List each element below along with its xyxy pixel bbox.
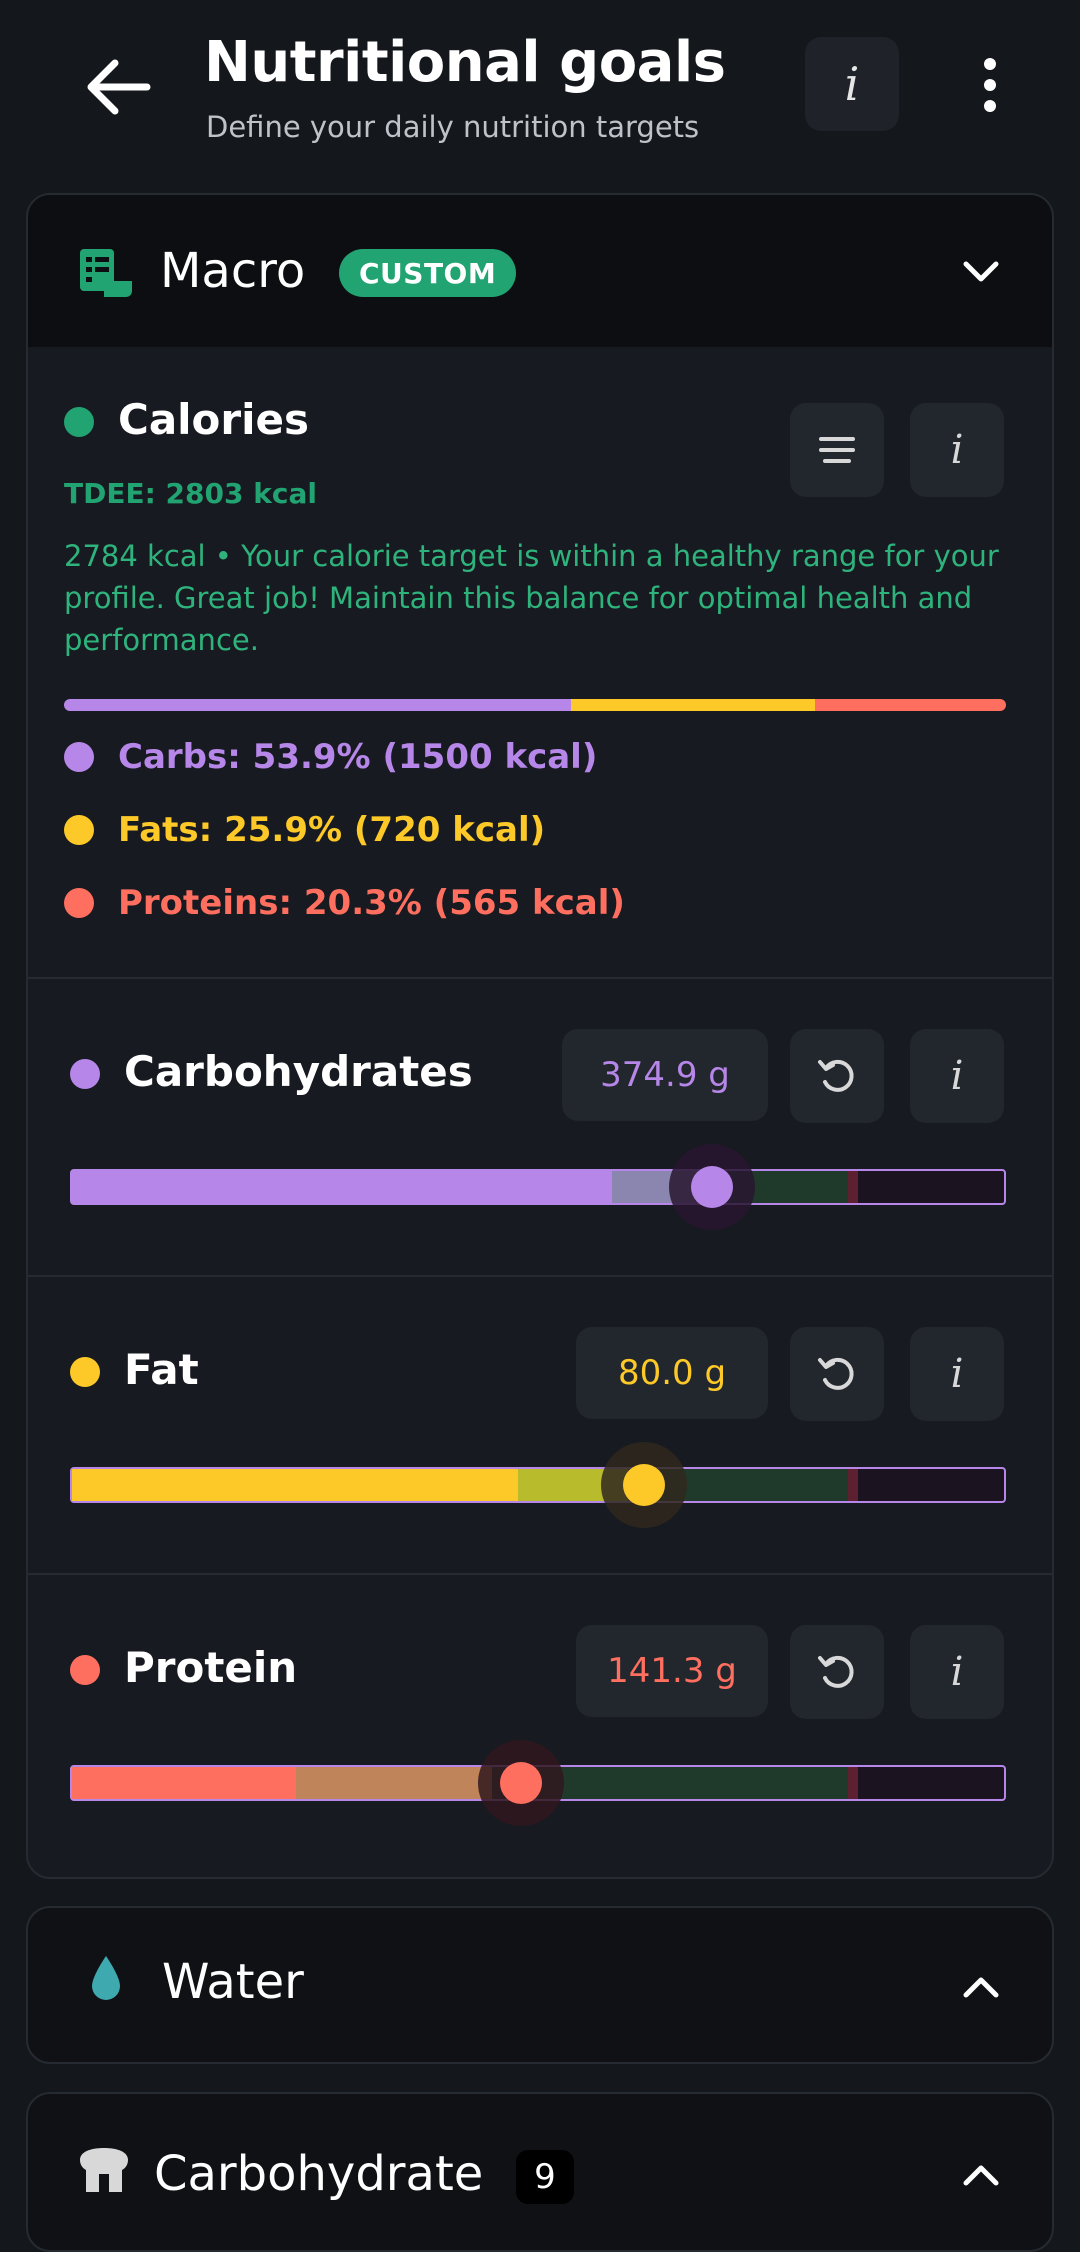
- carbohydrate-panel[interactable]: Carbohydrate 9: [26, 2092, 1054, 2252]
- more-vertical-icon: [984, 58, 996, 70]
- protein-slider[interactable]: [70, 1740, 1006, 1826]
- tdee-label: TDEE: 2803 kcal: [64, 477, 317, 510]
- fat-reset-button[interactable]: [790, 1327, 884, 1421]
- reset-icon: [818, 1059, 854, 1092]
- legend-proteins: Proteins: 20.3% (565 kcal): [64, 881, 625, 925]
- legend-carbs: Carbs: 53.9% (1500 kcal): [64, 735, 597, 779]
- carbohydrates-value-input[interactable]: 374.9 g: [562, 1029, 768, 1121]
- arrow-left-icon: [87, 59, 151, 115]
- calorie-split-segment: [814, 699, 1006, 711]
- fat-slider[interactable]: [70, 1442, 1006, 1528]
- fat-slider-thumb[interactable]: [623, 1464, 665, 1506]
- protein-info-button[interactable]: i: [910, 1625, 1004, 1719]
- carbohydrate-panel-title: Carbohydrate: [154, 2146, 484, 2202]
- calorie-split-segment: [64, 699, 572, 711]
- custom-badge: CUSTOM: [339, 249, 517, 297]
- macro-panel: Macro CUSTOM Calories i TDEE: 2803 kcal …: [26, 193, 1054, 1879]
- carbohydrates-slider-thumb[interactable]: [691, 1166, 733, 1208]
- calorie-split-segment: [571, 699, 815, 711]
- info-icon: i: [950, 1351, 964, 1397]
- proteins-dot: [64, 888, 94, 918]
- info-icon: i: [950, 1053, 964, 1099]
- legend-fats: Fats: 25.9% (720 kcal): [64, 808, 545, 852]
- info-icon: i: [950, 427, 964, 473]
- page-title: Nutritional goals: [204, 30, 726, 95]
- water-panel-title: Water: [162, 1954, 304, 2010]
- legend-carbs-label: Carbs: 53.9% (1500 kcal): [118, 737, 598, 777]
- calories-info-button[interactable]: i: [910, 403, 1004, 497]
- reset-icon: [818, 1655, 854, 1688]
- back-button[interactable]: [78, 45, 162, 129]
- protein-section: Protein 141.3 g i: [28, 1573, 1052, 1877]
- protein-value-input[interactable]: 141.3 g: [576, 1625, 768, 1717]
- carbohydrates-info-button[interactable]: i: [910, 1029, 1004, 1123]
- info-icon: i: [950, 1649, 964, 1695]
- more-options-button[interactable]: [960, 50, 1020, 120]
- legend-fats-label: Fats: 25.9% (720 kcal): [118, 810, 546, 850]
- water-drop-icon: [92, 1956, 120, 2000]
- page-subtitle: Define your daily nutrition targets: [206, 110, 700, 144]
- calories-list-button[interactable]: [790, 403, 884, 497]
- chevron-down-icon[interactable]: [958, 249, 1004, 295]
- protein-slider-thumb[interactable]: [500, 1762, 542, 1804]
- calorie-description: 2784 kcal • Your calorie target is withi…: [64, 539, 999, 657]
- fats-dot: [64, 815, 94, 845]
- protein-title: Protein: [124, 1643, 298, 1692]
- carbohydrates-reset-button[interactable]: [790, 1029, 884, 1123]
- list-icon: [80, 249, 132, 297]
- carbohydrates-title: Carbohydrates: [124, 1047, 473, 1096]
- top-app-bar: Nutritional goals Define your daily nutr…: [0, 0, 1080, 180]
- protein-reset-button[interactable]: [790, 1625, 884, 1719]
- reset-icon: [818, 1357, 854, 1390]
- menu-lines-icon: [819, 437, 855, 463]
- chevron-up-icon[interactable]: [958, 2152, 1004, 2198]
- protein-dot: [70, 1655, 100, 1685]
- fat-dot: [70, 1357, 100, 1387]
- fat-section: Fat 80.0 g i: [28, 1275, 1052, 1575]
- macro-panel-header[interactable]: Macro CUSTOM: [28, 195, 1052, 347]
- calories-dot: [64, 407, 94, 437]
- count-badge: 9: [516, 2150, 574, 2204]
- calories-title: Calories: [118, 395, 310, 444]
- info-icon: i: [844, 57, 860, 111]
- calorie-split-bar: [64, 699, 1006, 711]
- bread-icon: [80, 2148, 128, 2192]
- carbohydrates-slider[interactable]: [70, 1144, 1006, 1230]
- chevron-up-icon[interactable]: [958, 1964, 1004, 2010]
- carbohydrates-dot: [70, 1059, 100, 1089]
- fat-info-button[interactable]: i: [910, 1327, 1004, 1421]
- water-panel[interactable]: Water: [26, 1906, 1054, 2064]
- carbs-dot: [64, 742, 94, 772]
- fat-title: Fat: [124, 1345, 199, 1394]
- carbohydrates-section: Carbohydrates 374.9 g i: [28, 977, 1052, 1277]
- legend-proteins-label: Proteins: 20.3% (565 kcal): [118, 883, 625, 923]
- info-button[interactable]: i: [805, 37, 899, 131]
- macro-panel-title: Macro: [160, 243, 306, 299]
- fat-value-input[interactable]: 80.0 g: [576, 1327, 768, 1419]
